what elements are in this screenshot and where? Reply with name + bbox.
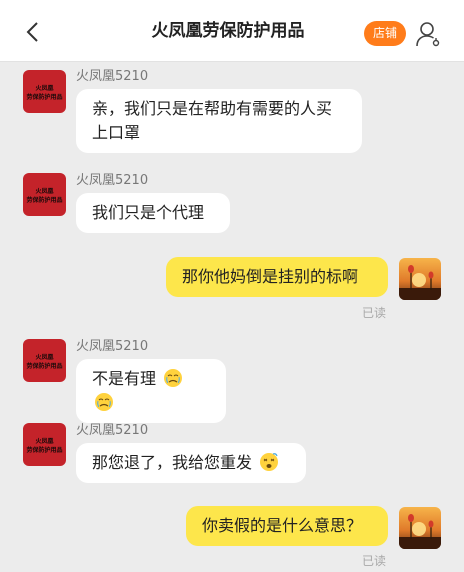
message-bubble-incoming[interactable]: 不是有理 [76,359,226,423]
sender-name: 火凤凰5210 [76,423,149,438]
message-text: 不是有理 [92,369,157,388]
shop-button[interactable]: 店铺 [364,21,406,46]
avatar-text: 劳保防护用品 [26,93,63,101]
avatar-text: 火凤凰 [35,84,54,92]
chat-area[interactable]: 火凤凰 劳保防护用品 火凤凰5210 亲，我们只是在帮助有需要的人买上口罩 火凤… [0,62,464,572]
message-text: 那您退了，我给您重发 [92,453,253,472]
avatar-text: 火凤凰 [35,353,54,361]
avatar-text: 劳保防护用品 [26,362,63,370]
read-status: 已读 [362,306,387,320]
contact-avatar[interactable]: 火凤凰 劳保防护用品 [23,173,66,216]
sender-name: 火凤凰5210 [76,173,149,188]
contact-avatar[interactable]: 火凤凰 劳保防护用品 [23,423,66,466]
message-bubble-incoming[interactable]: 我们只是个代理 [76,193,230,233]
message-bubble-incoming[interactable]: 亲，我们只是在帮助有需要的人买上口罩 [76,89,362,153]
user-profile-icon[interactable] [414,20,442,48]
sender-name: 火凤凰5210 [76,339,149,354]
contact-avatar[interactable]: 火凤凰 劳保防护用品 [23,70,66,113]
message-bubble-outgoing[interactable]: 你卖假的是什么意思？ [186,506,388,546]
crying-face-icon [164,369,183,387]
my-avatar[interactable] [399,258,441,300]
message-bubble-outgoing[interactable]: 那你他妈倒是挂别的标啊 [166,257,388,297]
avatar-text: 火凤凰 [35,187,54,195]
contact-avatar[interactable]: 火凤凰 劳保防护用品 [23,339,66,382]
my-avatar[interactable] [399,507,441,549]
crying-face-icon [95,393,113,411]
sender-name: 火凤凰5210 [76,69,149,84]
avatar-text: 劳保防护用品 [26,446,63,454]
message-bubble-incoming[interactable]: 那您退了，我给您重发 [76,443,306,483]
avatar-text: 火凤凰 [35,437,54,445]
top-bar: 火凤凰劳保防护用品 店铺 [0,0,464,62]
avatar-text: 劳保防护用品 [26,196,63,204]
read-status: 已读 [362,554,387,568]
dizzy-face-icon [260,453,279,471]
